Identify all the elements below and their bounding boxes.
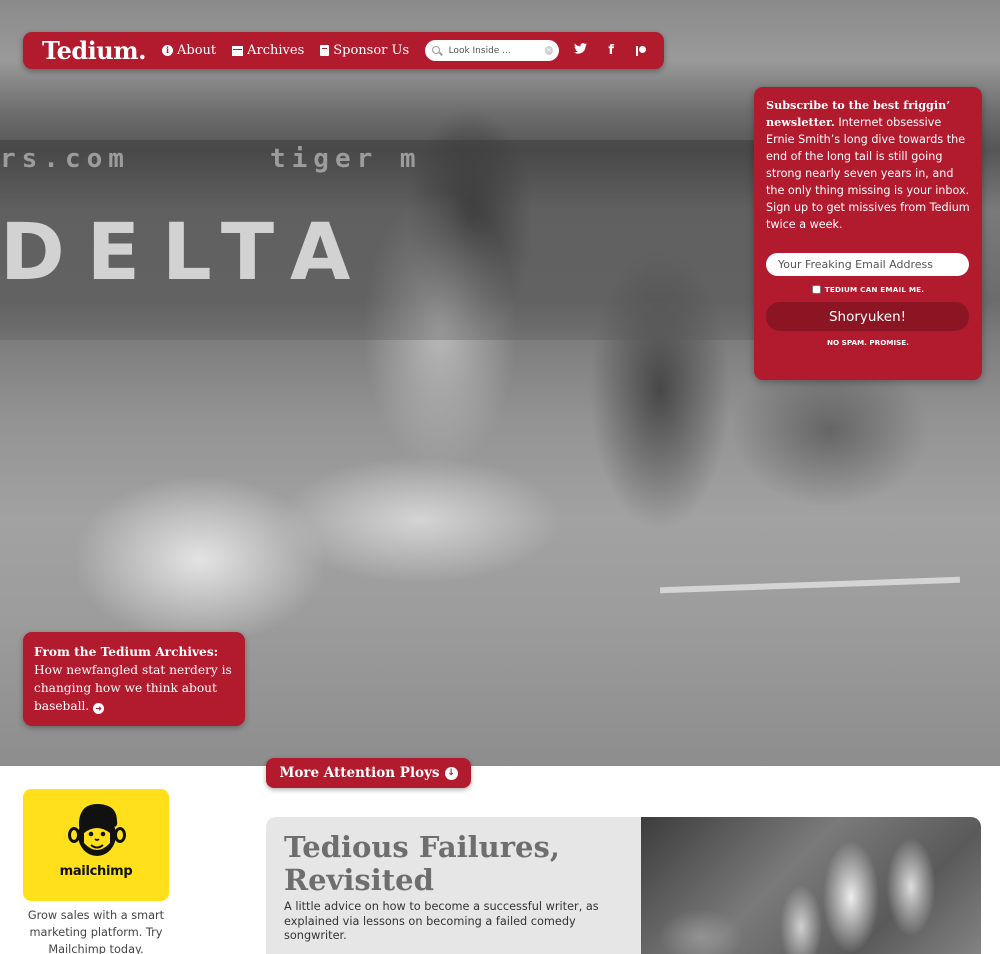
featured-article-title[interactable]: Tedious Failures, Revisited (284, 831, 614, 897)
arrow-down-circle-icon: ↓ (444, 766, 458, 780)
archive-callout[interactable]: From the Tedium Archives: How newfangled… (23, 632, 245, 726)
featured-article-dek: A little advice on how to become a succe… (284, 900, 599, 942)
field-chalk-line (659, 576, 961, 594)
consent-label: TEDIUM CAN EMAIL ME. (824, 285, 925, 294)
nav-links: i About Archives Sponsor Us (161, 43, 425, 58)
subscribe-button[interactable]: Shoryuken! (766, 302, 969, 331)
site-logo[interactable]: Tedium. (42, 36, 146, 65)
nav-link-about[interactable]: i About (161, 43, 217, 58)
nav-link-about-label: About (176, 43, 217, 58)
archive-icon (232, 45, 244, 56)
book-icon (320, 45, 330, 56)
mailchimp-logo-icon (68, 803, 126, 856)
search-input[interactable] (448, 45, 543, 56)
wall-signage-left: rs.com (0, 144, 130, 174)
archive-callout-heading: From the Tedium Archives: (34, 645, 219, 659)
nav-link-sponsor-label: Sponsor Us (333, 43, 410, 58)
newsletter-blurb: Subscribe to the best friggin’ newslette… (766, 97, 970, 233)
no-spam-note: NO SPAM. PROMISE. (827, 338, 909, 347)
featured-article-image[interactable] (641, 817, 981, 954)
newsletter-signup: Subscribe to the best friggin’ newslette… (754, 87, 982, 380)
more-attention-ploys-button[interactable]: More Attention Ploys ↓ (266, 758, 471, 788)
arrow-right-circle-icon: ➜ (93, 703, 105, 714)
patreon-icon[interactable] (635, 45, 649, 57)
wall-signage-main: DELTA (0, 208, 373, 298)
sponsor-ad[interactable]: mailchimp (23, 789, 169, 901)
info-icon: i (161, 45, 173, 56)
more-attention-ploys-label: More Attention Ploys (279, 765, 440, 781)
nav-link-sponsor[interactable]: Sponsor Us (320, 43, 409, 58)
search-icon (431, 45, 442, 57)
newsletter-body: Internet obsessive Ernie Smith’s long di… (766, 116, 970, 231)
social-links: f (573, 43, 666, 58)
search-box: × (425, 40, 560, 61)
featured-article-card[interactable]: Tedious Failures, Revisited A little adv… (266, 817, 981, 954)
email-field[interactable] (766, 253, 969, 276)
nav-link-archives-label: Archives (247, 43, 305, 58)
ad-copy: Grow sales with a smart marketing platfo… (27, 909, 165, 954)
archive-callout-body: How newfangled stat nerdery is changing … (34, 663, 232, 713)
clear-search-icon[interactable]: × (544, 46, 554, 55)
wall-signage-right: tiger m (270, 144, 422, 174)
nav-link-archives[interactable]: Archives (232, 43, 304, 58)
top-navbar: Tedium. i About Archives Sponsor Us × f (23, 32, 664, 69)
consent-checkbox[interactable] (811, 285, 821, 294)
twitter-icon[interactable] (573, 43, 587, 58)
featured-article-text: Tedious Failures, Revisited A little adv… (284, 831, 614, 944)
ad-brand-name: mailchimp (59, 864, 133, 879)
consent-checkbox-row[interactable]: TEDIUM CAN EMAIL ME. (766, 285, 970, 294)
facebook-icon[interactable]: f (604, 43, 618, 58)
